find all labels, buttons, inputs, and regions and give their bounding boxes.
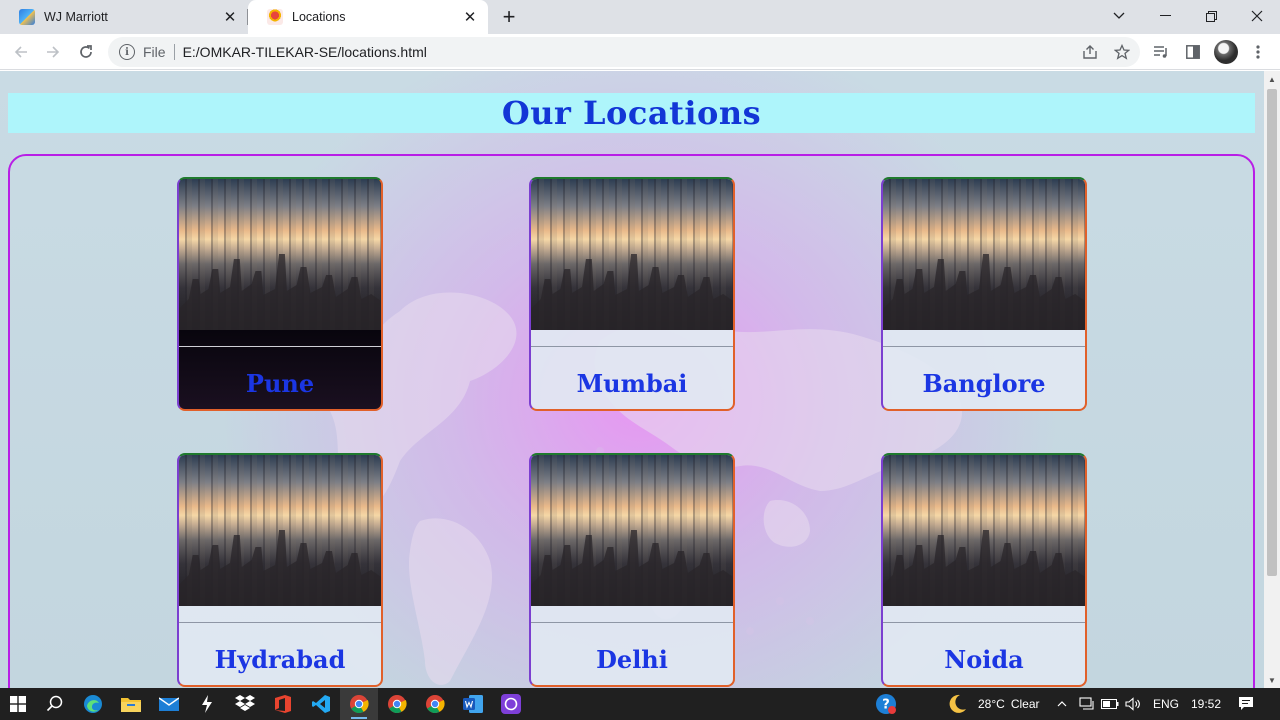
share-icon[interactable] [1074,37,1106,67]
battery-icon[interactable] [1101,688,1119,720]
location-pin-favicon-icon [267,9,283,25]
browser-toolbar: i File E:/OMKAR-TILEKAR-SE/locations.htm… [0,34,1280,70]
card-divider [531,346,733,347]
card-divider [179,346,381,347]
power-automate-icon[interactable] [195,692,219,716]
city-skyline-image [883,530,1085,606]
close-window-button[interactable] [1234,0,1280,32]
card-divider [883,346,1085,347]
location-card-delhi[interactable]: Delhi [529,453,735,687]
location-card-noida[interactable]: Noida [881,453,1087,687]
card-divider [179,622,381,623]
tab-locations[interactable]: Locations ✕ [248,0,488,34]
minimize-window-button[interactable] [1142,0,1188,32]
city-skyline-image [179,254,381,330]
weather-temperature: 28°C [978,697,1005,711]
chrome-icon[interactable] [347,692,371,716]
city-skyline-image [179,530,381,606]
page-header: Our Locations [8,93,1255,133]
help-tips-icon[interactable]: ? [874,692,898,716]
close-tab-icon[interactable]: ✕ [220,7,240,27]
windows-start-icon[interactable] [6,692,30,716]
github-desktop-icon[interactable] [499,692,523,716]
moon-weather-icon [945,692,969,716]
volume-icon[interactable] [1125,688,1141,720]
scheme-label: File [143,44,166,60]
tab-title: WJ Marriott [44,10,108,24]
avatar [1214,40,1238,64]
office-icon[interactable] [271,692,295,716]
notifications-icon[interactable] [1238,688,1254,720]
search-icon[interactable] [43,692,67,716]
show-hidden-icons-chevron-icon[interactable] [1057,688,1067,720]
location-name: Delhi [596,645,668,674]
address-divider [173,44,175,60]
scroll-down-arrow-icon[interactable]: ▼ [1264,672,1280,688]
location-name: Noida [944,645,1024,674]
chrome-profile-2-icon[interactable] [385,692,409,716]
chrome-profile-3-icon[interactable] [423,692,447,716]
page-viewport: Our Locations Pune Mumbai Banglore Hydra… [0,71,1264,688]
reload-icon[interactable] [72,38,100,66]
file-explorer-icon[interactable] [119,692,143,716]
site-info-icon[interactable]: i [119,44,135,60]
word-icon[interactable] [461,692,485,716]
scroll-up-arrow-icon[interactable]: ▲ [1264,71,1280,87]
mail-icon[interactable] [157,692,181,716]
close-tab-icon[interactable]: ✕ [460,7,480,27]
card-divider [531,622,733,623]
city-skyline-image [883,254,1085,330]
location-card-pune[interactable]: Pune [177,177,383,411]
tab-search-chevron-icon[interactable] [1096,0,1142,32]
network-icon[interactable] [1079,688,1095,720]
city-skyline-image [531,530,733,606]
location-name: Hydrabad [214,645,346,674]
clock-time[interactable]: 19:52 [1191,688,1221,720]
location-card-hydrabad[interactable]: Hydrabad [177,453,383,687]
location-name: Pune [245,369,315,398]
location-card-mumbai[interactable]: Mumbai [529,177,735,411]
side-panel-icon[interactable] [1177,38,1209,66]
tab-title: Locations [292,10,346,24]
tab-wj-marriott[interactable]: WJ Marriott ✕ [0,0,248,34]
profile-avatar[interactable] [1210,38,1242,66]
city-skyline-image [531,254,733,330]
browser-tab-strip: WJ Marriott ✕ Locations ✕ + [0,0,1280,34]
new-tab-button[interactable]: + [496,5,522,31]
url-text[interactable]: E:/OMKAR-TILEKAR-SE/locations.html [183,44,427,60]
wj-marriott-favicon-icon [19,9,35,25]
forward-arrow-icon[interactable] [39,38,67,66]
language-indicator[interactable]: ENG [1153,688,1179,720]
location-name: Mumbai [576,369,688,398]
windows-taskbar: ? 28°C Clear ENG 19:52 [0,688,1280,720]
scrollbar-thumb[interactable] [1267,89,1277,576]
location-card-banglore[interactable]: Banglore [881,177,1087,411]
bookmark-star-icon[interactable] [1106,37,1138,67]
address-bar[interactable]: i File E:/OMKAR-TILEKAR-SE/locations.htm… [108,37,1140,67]
back-arrow-icon[interactable] [7,38,35,66]
dropbox-icon[interactable] [233,692,257,716]
location-name: Banglore [922,369,1046,398]
edge-browser-icon[interactable] [81,692,105,716]
more-menu-icon[interactable] [1242,38,1274,66]
page-scrollbar[interactable]: ▲ ▼ [1264,71,1280,688]
weather-widget[interactable]: 28°C Clear [978,688,1040,720]
page-title: Our Locations [501,94,762,132]
weather-condition: Clear [1010,697,1040,711]
vscode-icon[interactable] [309,692,333,716]
card-divider [883,622,1085,623]
restore-window-button[interactable] [1188,0,1234,32]
media-control-icon[interactable] [1145,38,1177,66]
